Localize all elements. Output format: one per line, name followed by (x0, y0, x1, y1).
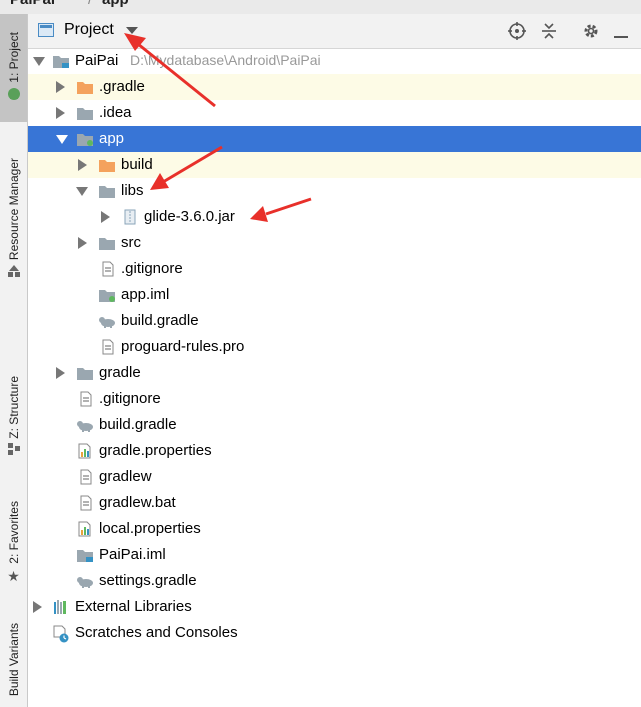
tree-item-proguard[interactable]: proguard-rules.pro (28, 334, 641, 360)
tree-item-local-properties[interactable]: local.properties (28, 516, 641, 542)
gradle-icon (76, 417, 94, 433)
tab-resource-manager-label: Resource Manager (6, 157, 21, 261)
tree-item-gradle[interactable]: gradle (28, 360, 641, 386)
folder-orange-icon (98, 157, 116, 173)
scratches-icon (52, 625, 70, 643)
expand-arrow-icon[interactable] (76, 187, 88, 196)
text-file-icon (76, 469, 94, 485)
expand-arrow-icon[interactable] (33, 57, 45, 66)
folder-icon (98, 183, 116, 199)
folder-orange-icon (76, 79, 94, 95)
tree-item-external-libraries[interactable]: External Libraries (28, 594, 641, 620)
gradle-icon (98, 313, 116, 329)
tree-item-build[interactable]: build (28, 152, 641, 178)
locate-icon[interactable] (506, 20, 528, 42)
tree-item-gradle-properties[interactable]: gradle.properties (28, 438, 641, 464)
tree-item-gradle-dir[interactable]: .gradle (28, 74, 641, 100)
tree-item-gradlew[interactable]: gradlew (28, 464, 641, 490)
resource-icon (7, 264, 21, 282)
tab-structure[interactable]: Z: Structure (0, 364, 27, 472)
collapse-all-icon[interactable] (538, 20, 560, 42)
properties-icon (76, 521, 94, 537)
text-file-icon (76, 495, 94, 511)
tree-item-settings-gradle[interactable]: settings.gradle (28, 568, 641, 594)
folder-icon (76, 365, 94, 381)
project-panel: Project PaiPai D:\Mydatabase\Android\Pai… (28, 14, 641, 707)
tree-item-src[interactable]: src (28, 230, 641, 256)
tool-window-strip: 1: Project Resource Manager Z: Structure… (0, 14, 28, 707)
navigation-bar: PaiPai / app (0, 0, 641, 14)
tab-structure-label: Z: Structure (6, 375, 21, 439)
tree-item-root-build-gradle[interactable]: build.gradle (28, 412, 641, 438)
gradle-icon (76, 573, 94, 589)
tree-item-app-iml[interactable]: app.iml (28, 282, 641, 308)
tree-item-app[interactable]: app (28, 126, 641, 152)
star-icon: ★ (7, 567, 20, 584)
jar-icon (121, 209, 139, 225)
breadcrumb-module[interactable]: app (102, 0, 129, 8)
properties-icon (76, 443, 94, 459)
module-folder-icon (76, 131, 94, 147)
expand-arrow-icon[interactable] (56, 367, 65, 379)
project-path: D:\Mydatabase\Android\PaiPai (130, 52, 321, 68)
tab-build-variants-label: Build Variants (6, 623, 21, 697)
project-panel-header: Project (28, 14, 641, 49)
tree-item-app-build-gradle[interactable]: build.gradle (28, 308, 641, 334)
text-file-icon (98, 339, 116, 355)
tree-item-libs[interactable]: libs (28, 178, 641, 204)
iml-icon (76, 547, 94, 563)
expand-arrow-icon[interactable] (101, 211, 110, 223)
tree-item-scratches[interactable]: Scratches and Consoles (28, 620, 641, 646)
expand-arrow-icon[interactable] (78, 159, 87, 171)
expand-arrow-icon[interactable] (56, 135, 68, 144)
breadcrumb-separator: / (88, 0, 92, 8)
tab-favorites[interactable]: 2: Favorites ★ (0, 488, 27, 598)
module-folder-icon (52, 53, 70, 69)
tree-item-idea[interactable]: .idea (28, 100, 641, 126)
hide-panel-icon[interactable] (610, 20, 632, 42)
folder-icon (98, 235, 116, 251)
chevron-down-icon[interactable] (126, 27, 138, 34)
expand-arrow-icon[interactable] (56, 107, 65, 119)
iml-icon (98, 287, 116, 303)
tree-item-root-gitignore[interactable]: .gitignore (28, 386, 641, 412)
text-file-icon (98, 261, 116, 277)
tab-resource-manager[interactable]: Resource Manager (0, 146, 27, 294)
expand-arrow-icon[interactable] (33, 601, 42, 613)
project-view-icon (38, 23, 54, 37)
structure-icon (7, 442, 21, 460)
libraries-icon (52, 599, 70, 615)
tab-favorites-label: 2: Favorites (6, 501, 21, 564)
tree-item-paipai[interactable]: PaiPai D:\Mydatabase\Android\PaiPai (28, 48, 641, 74)
gear-icon[interactable] (580, 20, 602, 42)
android-icon (7, 86, 21, 104)
expand-arrow-icon[interactable] (78, 237, 87, 249)
project-view-selector[interactable]: Project (64, 21, 114, 39)
folder-icon (76, 105, 94, 121)
tree-item-app-gitignore[interactable]: .gitignore (28, 256, 641, 282)
expand-arrow-icon[interactable] (56, 81, 65, 93)
tree-item-paipai-iml[interactable]: PaiPai.iml (28, 542, 641, 568)
tree-item-glide-jar[interactable]: glide-3.6.0.jar (28, 204, 641, 230)
tree-item-gradlew-bat[interactable]: gradlew.bat (28, 490, 641, 516)
tab-build-variants[interactable]: Build Variants (0, 614, 27, 706)
breadcrumb-project[interactable]: PaiPai (10, 0, 55, 8)
tab-project-label: 1: Project (6, 31, 21, 83)
text-file-icon (76, 391, 94, 407)
tab-project[interactable]: 1: Project (0, 14, 27, 122)
